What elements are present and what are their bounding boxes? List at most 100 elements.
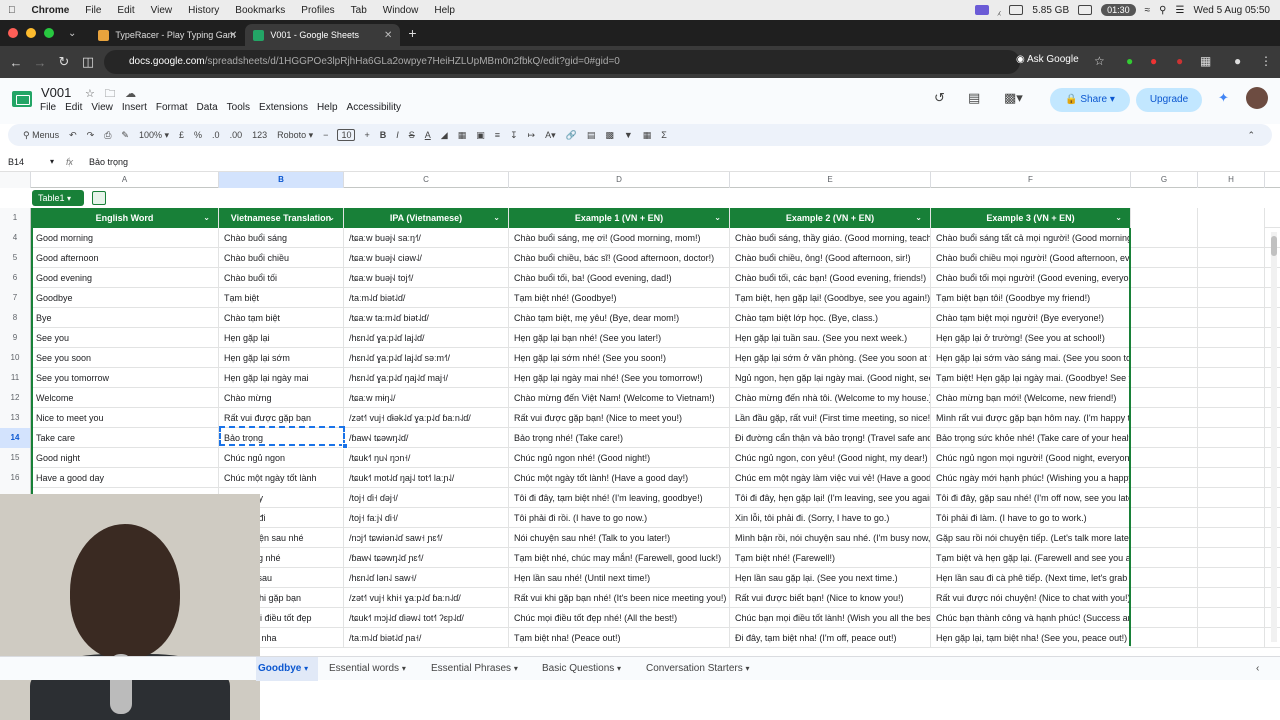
cell[interactable]: Chúc bạn thành công và hạnh phúc! (Succe… bbox=[931, 608, 1131, 628]
cell[interactable]: Hẹn gặp lại ngày mai bbox=[219, 368, 344, 388]
cell[interactable] bbox=[1131, 208, 1198, 228]
undo-icon[interactable]: ↶ bbox=[64, 130, 82, 141]
cell[interactable]: Chào buổi sáng, mẹ ơi! (Good morning, mo… bbox=[509, 228, 730, 248]
scroll-tabs-left-icon[interactable]: ‹ bbox=[1256, 657, 1259, 681]
row-number[interactable]: 10 bbox=[0, 348, 31, 368]
mac-menu-bookmarks[interactable]: Bookmarks bbox=[227, 5, 293, 16]
cell[interactable]: /tɕaːw buəj˧˩ toj˧˥/ bbox=[344, 268, 509, 288]
menu-insert[interactable]: Insert bbox=[122, 102, 147, 113]
cell[interactable] bbox=[1198, 248, 1265, 268]
cell[interactable]: Mình bận rồi, nói chuyện sau nhé. (I'm b… bbox=[730, 528, 931, 548]
chevron-down-icon[interactable]: ▾ bbox=[514, 664, 518, 673]
column-header-h[interactable]: H bbox=[1198, 172, 1265, 188]
cell[interactable] bbox=[1198, 488, 1265, 508]
menu-format[interactable]: Format bbox=[156, 102, 188, 113]
column-menu-chevron-icon[interactable]: ⌄ bbox=[328, 208, 335, 228]
column-menu-chevron-icon[interactable]: ⌄ bbox=[915, 208, 922, 228]
row-number[interactable]: 14 bbox=[0, 428, 31, 448]
menu-accessibility[interactable]: Accessibility bbox=[347, 102, 401, 113]
cell[interactable]: Chúc ngủ ngon nhé! (Good night!) bbox=[509, 448, 730, 468]
cell[interactable]: Tôi đi đây, tạm biệt nhé! (I'm leaving, … bbox=[509, 488, 730, 508]
cell[interactable] bbox=[1131, 548, 1198, 568]
cell[interactable]: /nɔj˧˥ tɕwiən˨˩ɗ saw˧ ɲɛ˧˥/ bbox=[344, 528, 509, 548]
table-column-header[interactable]: English Word ⌄ bbox=[31, 208, 219, 228]
cell[interactable]: Mình rất vui được gặp bạn hôm nay. (I'm … bbox=[931, 408, 1131, 428]
chevron-down-icon[interactable]: ▾ bbox=[304, 664, 308, 673]
app-name[interactable]: Chrome bbox=[24, 5, 78, 16]
cell[interactable]: Bảo trọng nhé! (Take care!) bbox=[509, 428, 730, 448]
cell[interactable] bbox=[1198, 508, 1265, 528]
cell[interactable]: Chào buổi sáng, thầy giáo. (Good morning… bbox=[730, 228, 931, 248]
cell[interactable] bbox=[1131, 368, 1198, 388]
table-column-header[interactable]: Vietnamese Translation ⌄ bbox=[219, 208, 344, 228]
row-number[interactable]: 9 bbox=[0, 328, 31, 348]
cell[interactable]: Chào tạm biệt mọi người! (Bye everyone!) bbox=[931, 308, 1131, 328]
decrease-font-size-icon[interactable]: − bbox=[318, 130, 333, 140]
menu-edit[interactable]: Edit bbox=[65, 102, 82, 113]
cell[interactable]: Chào mừng bạn mới! (Welcome, new friend!… bbox=[931, 388, 1131, 408]
cell[interactable]: Chào mừng đến nhà tôi. (Welcome to my ho… bbox=[730, 388, 931, 408]
cell[interactable]: Chào buổi tối, ba! (Good evening, dad!) bbox=[509, 268, 730, 288]
cell[interactable]: Tạm biệt nhé! (Farewell!) bbox=[730, 548, 931, 568]
cell[interactable] bbox=[1198, 408, 1265, 428]
close-tab-icon[interactable]: ✕ bbox=[384, 30, 392, 41]
cell[interactable] bbox=[1131, 408, 1198, 428]
cell[interactable] bbox=[1198, 448, 1265, 468]
upgrade-button[interactable]: Upgrade bbox=[1136, 88, 1202, 112]
cell[interactable]: /hɛn˨˩ɗ ɣaːp˨˩ɗ ŋaj˨˩ɗ maj˧/ bbox=[344, 368, 509, 388]
cell[interactable]: Tạm biệt nhé, chúc may mắn! (Farewell, g… bbox=[509, 548, 730, 568]
filter-views-icon[interactable]: ▦ bbox=[638, 130, 657, 141]
cell[interactable] bbox=[1131, 348, 1198, 368]
mac-menu-history[interactable]: History bbox=[180, 5, 227, 16]
cell[interactable]: Chúc em một ngày làm việc vui vẻ! (Have … bbox=[730, 468, 931, 488]
cell[interactable]: Rất vui khi gặp bạn nhé! (It's been nice… bbox=[509, 588, 730, 608]
table-name-chip[interactable]: Table1 ▾ bbox=[32, 190, 84, 206]
select-all-corner[interactable] bbox=[0, 172, 31, 188]
comments-icon[interactable]: ▤ bbox=[968, 90, 980, 106]
redo-icon[interactable]: ↷ bbox=[82, 130, 100, 141]
cell[interactable]: Chào buổi tối mọi người! (Good evening, … bbox=[931, 268, 1131, 288]
mac-menu-file[interactable]: File bbox=[77, 5, 109, 16]
vertical-scrollbar[interactable] bbox=[1271, 232, 1277, 642]
cell[interactable] bbox=[1131, 448, 1198, 468]
cell[interactable]: Hẹn gặp lại tuần sau. (See you next week… bbox=[730, 328, 931, 348]
cell[interactable] bbox=[1198, 308, 1265, 328]
cell[interactable]: /tɕaːw buəj˧˩ ciəw˨˩/ bbox=[344, 248, 509, 268]
mac-menu-window[interactable]: Window bbox=[375, 5, 427, 16]
extension-icon[interactable]: ● bbox=[1150, 54, 1157, 68]
cell[interactable] bbox=[1131, 328, 1198, 348]
forward-icon[interactable]: → bbox=[28, 55, 52, 70]
cell[interactable]: Chào tạm biệt, mẹ yêu! (Bye, dear mom!) bbox=[509, 308, 730, 328]
menu-extensions[interactable]: Extensions bbox=[259, 102, 308, 113]
cell[interactable]: Hẹn gặp lại sớm bbox=[219, 348, 344, 368]
column-header-g[interactable]: G bbox=[1131, 172, 1198, 188]
cell[interactable]: Nice to meet you bbox=[31, 408, 219, 428]
cell[interactable]: Chào tạm biệt lớp học. (Bye, class.) bbox=[730, 308, 931, 328]
column-header-a[interactable]: A bbox=[31, 172, 219, 188]
filter-icon[interactable]: ▼ bbox=[619, 130, 638, 140]
cell[interactable]: Chào buổi chiều, ông! (Good afternoon, s… bbox=[730, 248, 931, 268]
chevron-down-icon[interactable]: ▾ bbox=[50, 157, 54, 166]
extension-icon[interactable]: ● bbox=[1126, 54, 1133, 68]
clock[interactable]: Wed 5 Aug 05:50 bbox=[1193, 5, 1270, 16]
table-column-header[interactable]: Example 3 (VN + EN) ⌄ bbox=[931, 208, 1131, 228]
cell[interactable]: Chào tạm biệt bbox=[219, 308, 344, 328]
cell[interactable] bbox=[1198, 228, 1265, 248]
cell[interactable]: Welcome bbox=[31, 388, 219, 408]
collapse-toolbar-icon[interactable]: ⌃ bbox=[1242, 130, 1260, 141]
cell[interactable]: Tạm biệt nhé! (Goodbye!) bbox=[509, 288, 730, 308]
cell[interactable]: /hɛn˨˩ɗ lən˨˩ saw˧/ bbox=[344, 568, 509, 588]
horizontal-align-icon[interactable]: ≡ bbox=[490, 130, 505, 140]
scrollbar-thumb[interactable] bbox=[1271, 236, 1277, 256]
selected-cell-outline[interactable] bbox=[219, 426, 345, 446]
cell[interactable]: Chúc mọi điều tốt đẹp nhé! (All the best… bbox=[509, 608, 730, 628]
cell[interactable]: Good night bbox=[31, 448, 219, 468]
column-header-d[interactable]: D bbox=[509, 172, 730, 188]
sheet-tab-goodbye[interactable]: Goodbye ▾ bbox=[256, 657, 318, 681]
mac-menu-profiles[interactable]: Profiles bbox=[293, 5, 342, 16]
ask-google-button[interactable]: ◉ Ask Google bbox=[1016, 54, 1079, 65]
text-wrap-icon[interactable]: ↦ bbox=[523, 130, 541, 141]
apple-icon[interactable]:  bbox=[0, 5, 24, 16]
cell[interactable]: Hẹn lần sau đi cà phê tiếp. (Next time, … bbox=[931, 568, 1131, 588]
extensions-puzzle-icon[interactable]: ▦ bbox=[1200, 54, 1211, 68]
